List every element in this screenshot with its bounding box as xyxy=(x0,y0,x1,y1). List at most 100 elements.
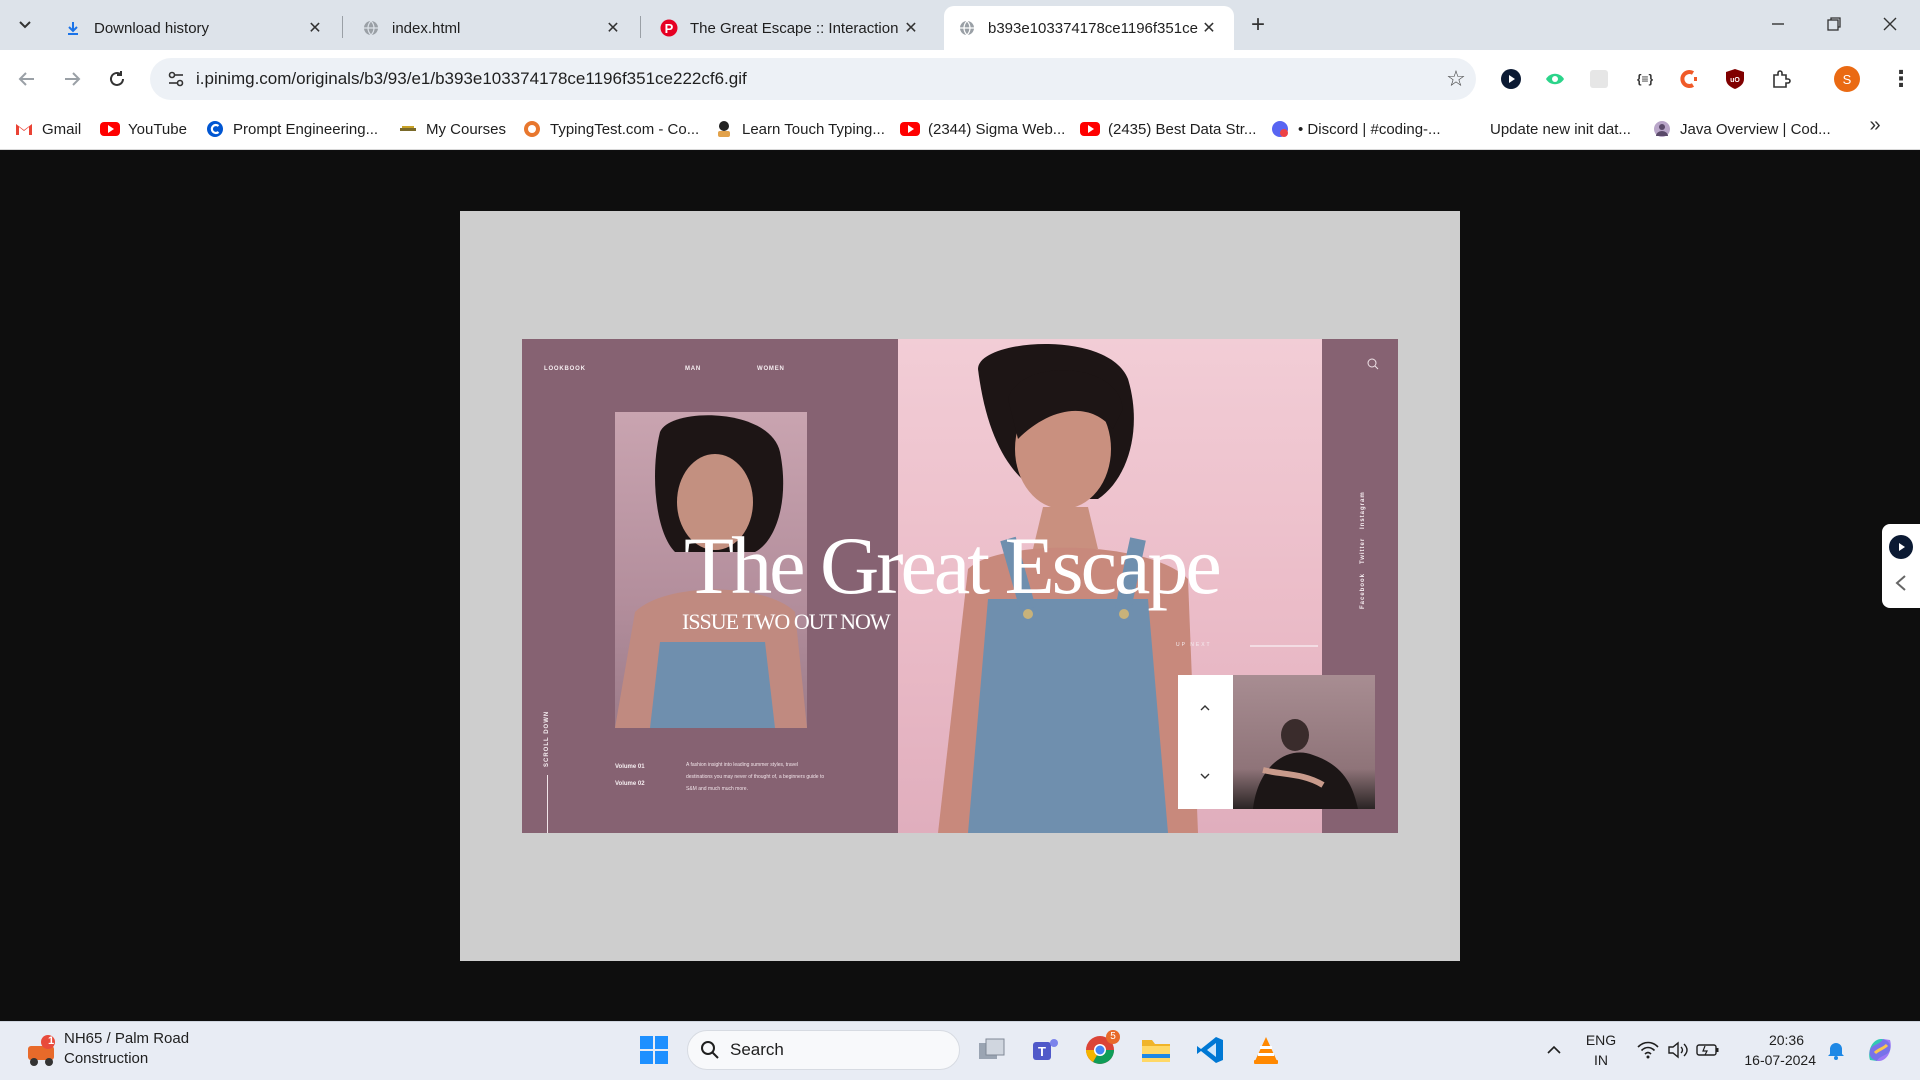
bookmark-label: Java Overview | Cod... xyxy=(1680,120,1831,138)
bookmark-gmail[interactable]: Gmail xyxy=(14,116,81,142)
tab-download-history[interactable]: Download history ✕ xyxy=(50,6,340,50)
bookmark-discord[interactable]: • Discord | #coding-... xyxy=(1270,116,1441,142)
youtube-icon xyxy=(1080,121,1100,137)
minimize-button[interactable] xyxy=(1750,6,1806,42)
address-bar[interactable]: i.pinimg.com/originals/b3/93/e1/b393e103… xyxy=(150,58,1476,100)
back-button[interactable] xyxy=(10,62,44,96)
weather-badge: 1 xyxy=(47,1035,55,1047)
chevron-down-icon xyxy=(19,21,31,29)
search-icon xyxy=(1367,358,1379,370)
extensions-puzzle-icon[interactable] xyxy=(1768,66,1794,92)
tab-title: Download history xyxy=(94,19,210,37)
close-icon[interactable]: ✕ xyxy=(602,17,624,39)
restore-button[interactable] xyxy=(1806,6,1862,42)
minimize-icon xyxy=(1772,23,1784,25)
youtube-icon xyxy=(100,121,120,137)
close-icon[interactable]: ✕ xyxy=(900,17,922,39)
url-text[interactable]: i.pinimg.com/originals/b3/93/e1/b393e103… xyxy=(196,69,1436,89)
bookmark-label: Gmail xyxy=(42,120,82,138)
side-panel-handle[interactable] xyxy=(1882,524,1920,608)
typing-icon xyxy=(714,121,734,137)
mockup-progress-line xyxy=(1250,645,1318,647)
weather-widget-icon[interactable]: 1 xyxy=(24,1034,58,1068)
show-hidden-icons-chevron-up-icon[interactable] xyxy=(1534,1030,1574,1070)
task-view-icon[interactable] xyxy=(972,1030,1012,1070)
bookmarks-overflow-chevron-icon[interactable]: » xyxy=(1862,112,1888,138)
bookmark-update-init[interactable]: Update new init dat... xyxy=(1490,116,1631,142)
mockup-social-twitter: Twitter xyxy=(1360,537,1366,564)
mockup-scroll-down: SCROLL DOWN xyxy=(544,710,550,767)
language-bottom[interactable]: IN xyxy=(1582,1052,1620,1068)
tab-search-button[interactable] xyxy=(8,8,42,42)
clock-date[interactable]: 16-07-2024 xyxy=(1732,1052,1816,1068)
extension-blank-icon[interactable] xyxy=(1586,66,1612,92)
bookmark-youtube[interactable]: YouTube xyxy=(100,116,187,142)
bookmark-touch-typing[interactable]: Learn Touch Typing... xyxy=(714,116,885,142)
vscode-icon[interactable] xyxy=(1190,1030,1230,1070)
extension-play-icon[interactable] xyxy=(1888,534,1914,560)
menu-kebab-icon[interactable]: ⋮ xyxy=(1888,66,1914,92)
language-top[interactable]: ENG xyxy=(1582,1032,1620,1048)
bookmark-sigma-web[interactable]: (2344) Sigma Web... xyxy=(900,116,1065,142)
tab-gif-active[interactable]: b393e103374178ce1196f351ce2 ✕ xyxy=(944,6,1234,50)
close-window-button[interactable] xyxy=(1862,6,1918,42)
tab-separator xyxy=(640,16,641,38)
extension-json-icon[interactable]: {≡} xyxy=(1632,66,1658,92)
close-icon[interactable]: ✕ xyxy=(304,17,326,39)
notification-bell-icon[interactable] xyxy=(1816,1030,1856,1070)
coursera-icon xyxy=(205,121,225,137)
tab-strip: Download history ✕ index.html ✕ P The Gr… xyxy=(0,0,1920,50)
close-icon xyxy=(1883,17,1897,31)
bookmark-label: (2344) Sigma Web... xyxy=(928,120,1066,138)
extension-play-icon[interactable] xyxy=(1498,66,1524,92)
clock-time[interactable]: 20:36 xyxy=(1732,1032,1804,1048)
tab-great-escape[interactable]: P The Great Escape :: Interaction ✕ xyxy=(646,6,936,50)
youtube-icon xyxy=(900,121,920,137)
windows-start-icon[interactable] xyxy=(634,1030,674,1070)
tab-title: index.html xyxy=(392,19,461,37)
weather-subtitle[interactable]: Construction xyxy=(64,1050,148,1067)
bookmark-label: My Courses xyxy=(426,120,507,138)
bookmark-label: Prompt Engineering... xyxy=(233,120,379,138)
taskbar-search[interactable]: Search xyxy=(687,1030,960,1070)
mockup-volume-01: Volume 01 xyxy=(615,764,645,770)
lookbook-mockup-image: LOOKBOOK MAN WOMEN The Great Escape ISSU… xyxy=(522,339,1398,833)
profile-avatar[interactable]: S xyxy=(1834,66,1860,92)
chrome-taskbar-icon[interactable]: 5 xyxy=(1080,1030,1120,1070)
site-info-icon[interactable] xyxy=(156,58,196,100)
avatar-icon xyxy=(1652,121,1672,137)
svg-text:uO: uO xyxy=(1730,77,1740,84)
new-tab-button[interactable]: + xyxy=(1244,11,1272,39)
mockup-up-next: UP NEXT xyxy=(1176,642,1212,648)
bookmark-my-courses[interactable]: My Courses xyxy=(398,116,506,142)
chevron-left-icon[interactable] xyxy=(1894,574,1908,592)
globe-icon xyxy=(958,19,976,37)
mockup-next-thumbnail xyxy=(1233,675,1375,809)
reload-button[interactable] xyxy=(100,62,134,96)
teams-icon[interactable]: T xyxy=(1026,1030,1066,1070)
bookmark-best-data-str[interactable]: (2435) Best Data Str... xyxy=(1080,116,1256,142)
battery-icon[interactable] xyxy=(1688,1030,1728,1070)
file-explorer-icon[interactable] xyxy=(1136,1030,1176,1070)
reload-icon xyxy=(110,71,124,86)
extension-eye-icon[interactable] xyxy=(1542,66,1568,92)
bookmark-prompt-engineering[interactable]: Prompt Engineering... xyxy=(205,116,378,142)
ublock-icon[interactable]: uO xyxy=(1722,66,1748,92)
gmail-icon xyxy=(14,121,34,137)
forward-button[interactable] xyxy=(55,62,89,96)
bookmark-star-icon[interactable]: ☆ xyxy=(1436,66,1476,92)
copilot-icon[interactable] xyxy=(1860,1030,1900,1070)
bookmark-typingtest[interactable]: TypingTest.com - Co... xyxy=(522,116,699,142)
bookmark-java-overview[interactable]: Java Overview | Cod... xyxy=(1652,116,1831,142)
extension-c-icon[interactable] xyxy=(1676,66,1702,92)
mockup-description: A fashion insight into leading summer st… xyxy=(686,762,825,792)
mockup-social-facebook: Facebook xyxy=(1360,572,1366,609)
mockup-nav-women: WOMEN xyxy=(757,366,785,372)
vlc-icon[interactable] xyxy=(1246,1030,1286,1070)
close-icon[interactable]: ✕ xyxy=(1198,17,1220,39)
mockup-headline: The Great Escape xyxy=(684,520,1222,611)
weather-title[interactable]: NH65 / Palm Road xyxy=(64,1030,189,1047)
tab-index-html[interactable]: index.html ✕ xyxy=(348,6,638,50)
search-icon xyxy=(701,1041,719,1059)
back-arrow-icon xyxy=(18,72,34,86)
